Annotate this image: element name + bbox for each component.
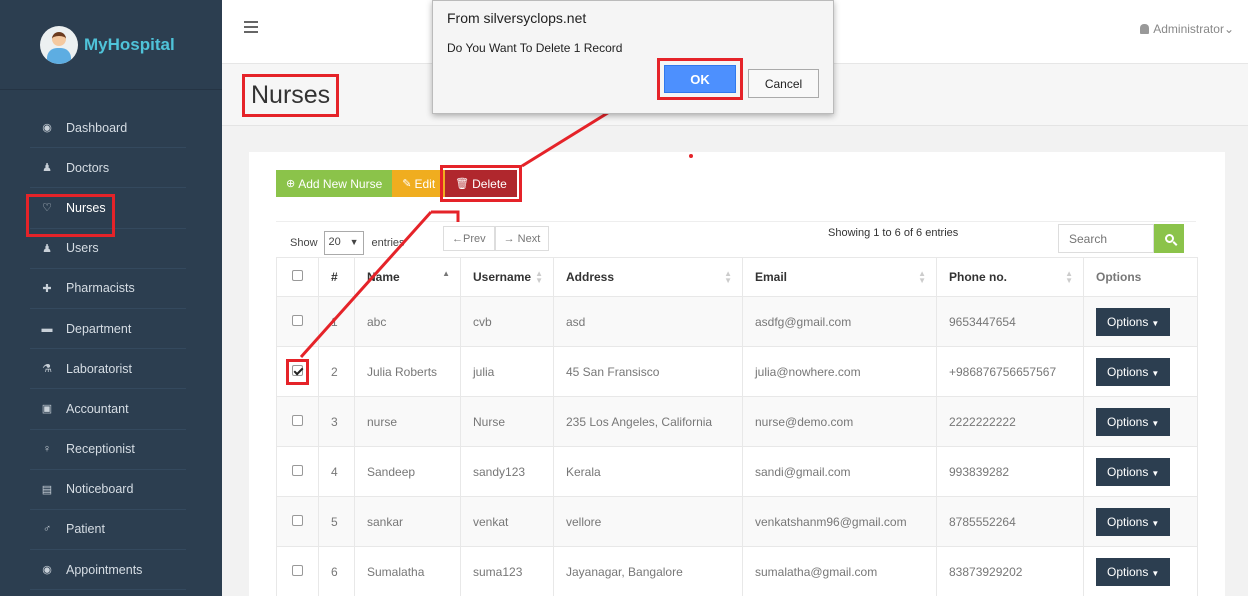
annotation-dot <box>689 154 693 158</box>
dialog-message: Do You Want To Delete 1 Record <box>447 41 623 55</box>
confirm-dialog: From silversyclops.net Do You Want To De… <box>432 0 834 114</box>
cancel-button[interactable]: Cancel <box>748 69 819 98</box>
ok-annotation-box: OK <box>657 58 743 100</box>
arrow-delete-connector <box>431 210 460 222</box>
arrow-checkbox-to-delete <box>299 210 433 359</box>
ok-button[interactable]: OK <box>664 65 736 93</box>
dialog-title: From silversyclops.net <box>447 10 587 26</box>
